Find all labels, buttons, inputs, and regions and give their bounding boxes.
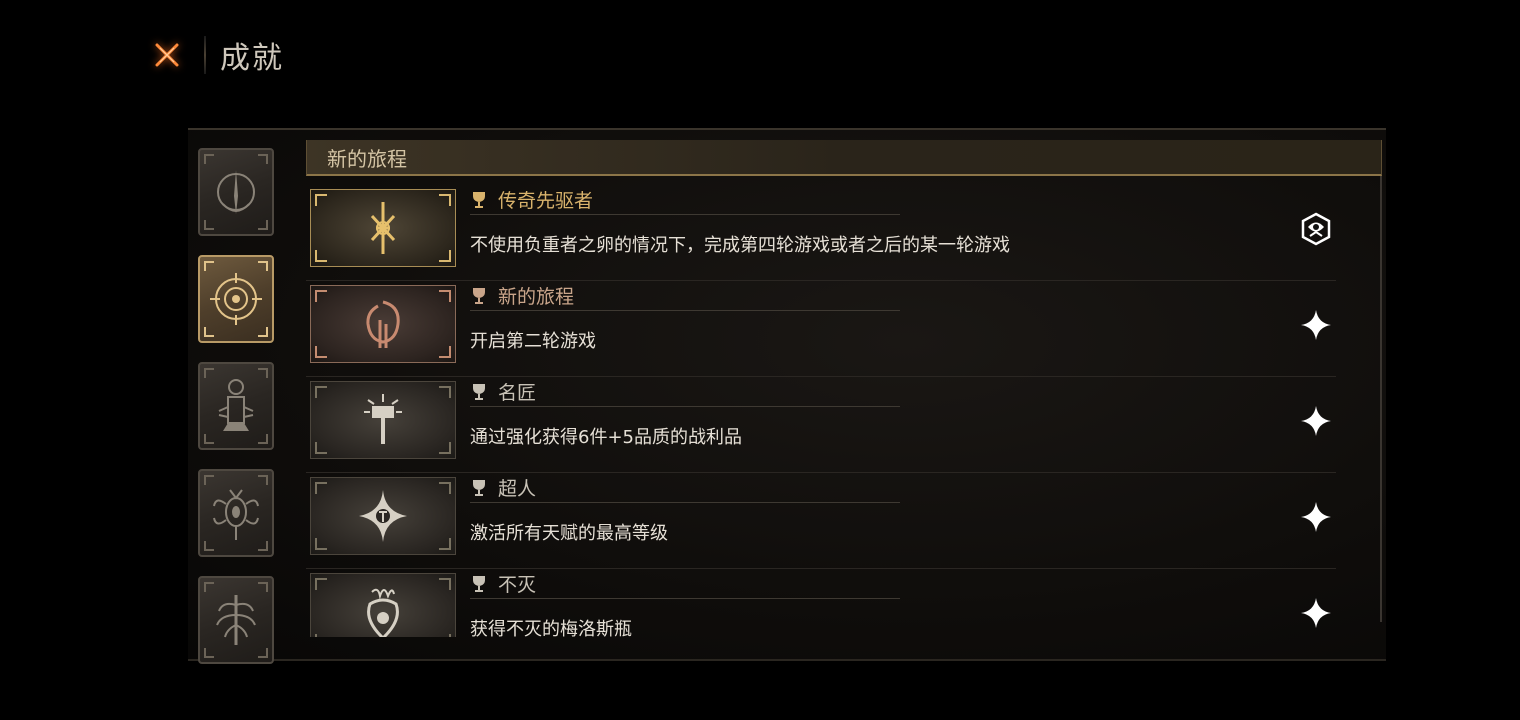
sparkle-icon — [1301, 310, 1331, 340]
emblem-complete-icon — [1301, 212, 1331, 246]
achievement-status[interactable] — [1296, 593, 1336, 633]
achievement-title: 不灭 — [470, 569, 900, 599]
hook-sigil-icon — [366, 300, 400, 348]
trophy-icon — [473, 287, 485, 304]
achievement-description: 获得不灭的梅洛斯瓶 — [470, 619, 632, 637]
lantern-emblem-icon — [218, 379, 254, 431]
scrollbar[interactable] — [1380, 176, 1382, 622]
achievement-description: 通过强化获得6件+5品质的战利品 — [470, 427, 742, 448]
achievement-row[interactable]: 名匠 通过强化获得6件+5品质的战利品 — [306, 377, 1336, 473]
close-button[interactable] — [148, 36, 186, 74]
achievement-status[interactable] — [1296, 209, 1336, 249]
category-tab-tree[interactable] — [198, 576, 274, 664]
category-tab-spire[interactable] — [198, 148, 274, 236]
spire-emblem-icon — [217, 170, 255, 214]
achievement-row[interactable]: 不灭 获得不灭的梅洛斯瓶 — [306, 569, 1336, 637]
page-title: 成就 — [220, 41, 284, 76]
achievement-badge — [310, 573, 456, 637]
achievement-row[interactable]: 超人 激活所有天赋的最高等级 — [306, 473, 1336, 569]
achievement-row[interactable]: 新的旅程 开启第二轮游戏 — [306, 281, 1336, 377]
achievement-description: 激活所有天赋的最高等级 — [470, 523, 668, 544]
achievement-list-area: 新的旅程 传奇先驱者 不使用负重者之卵的情况下，完成第四轮游戏或者之后的某一轮游… — [306, 140, 1382, 637]
tree-emblem-icon — [216, 595, 256, 645]
sparkle-icon — [1301, 502, 1331, 532]
header: 成就 — [148, 30, 284, 80]
achievement-badge — [310, 285, 456, 363]
sparkle-icon — [1301, 406, 1331, 436]
header-divider — [204, 36, 206, 74]
achievement-title: 名匠 — [470, 377, 900, 407]
trophy-icon — [473, 191, 485, 208]
category-tab-beast[interactable] — [198, 469, 274, 557]
section-title: 新的旅程 — [327, 146, 407, 171]
trophy-icon — [473, 575, 485, 592]
achievement-status[interactable] — [1296, 305, 1336, 345]
achievement-badge — [310, 189, 456, 267]
achievement-badge — [310, 477, 456, 555]
compass-emblem-icon — [210, 273, 262, 325]
trophy-icon — [473, 383, 485, 400]
beast-emblem-icon — [213, 489, 259, 540]
achievement-status[interactable] — [1296, 497, 1336, 537]
achievement-row[interactable]: 传奇先驱者 不使用负重者之卵的情况下，完成第四轮游戏或者之后的某一轮游戏 — [306, 185, 1336, 281]
sparkle-icon — [1301, 598, 1331, 628]
achievements-panel: 新的旅程 传奇先驱者 不使用负重者之卵的情况下，完成第四轮游戏或者之后的某一轮游… — [188, 128, 1386, 664]
achievement-description: 不使用负重者之卵的情况下，完成第四轮游戏或者之后的某一轮游戏 — [470, 235, 1010, 256]
rune-sigil-icon — [370, 202, 396, 254]
hammer-sigil-icon — [364, 394, 402, 444]
trophy-icon — [473, 479, 485, 496]
achievement-status[interactable] — [1296, 401, 1336, 441]
achievement-title: 新的旅程 — [470, 281, 900, 311]
category-tab-lantern[interactable] — [198, 362, 274, 450]
flame-flask-sigil-icon — [367, 588, 399, 637]
achievement-title: 传奇先驱者 — [470, 185, 900, 215]
section-header: 新的旅程 — [306, 140, 1382, 176]
achievement-badge — [310, 381, 456, 459]
achievement-rows[interactable]: 传奇先驱者 不使用负重者之卵的情况下，完成第四轮游戏或者之后的某一轮游戏 新的旅… — [306, 185, 1336, 637]
achievement-description: 开启第二轮游戏 — [470, 331, 596, 352]
star-sigil-icon — [359, 490, 407, 542]
category-tabs — [198, 148, 274, 683]
category-tab-compass[interactable] — [198, 255, 274, 343]
achievement-title: 超人 — [470, 473, 900, 503]
close-icon — [155, 43, 179, 67]
